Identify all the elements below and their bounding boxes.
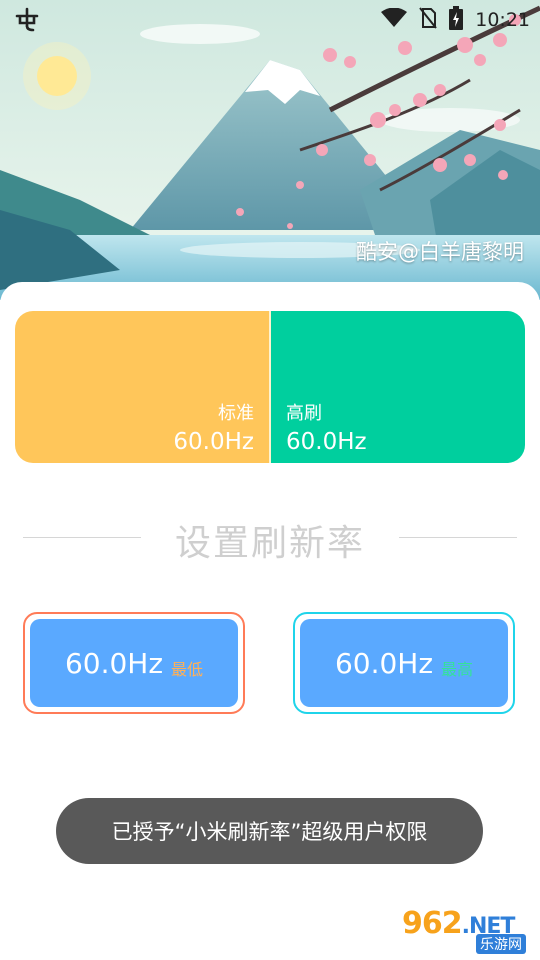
status-bar: 10:21 <box>0 0 540 38</box>
section-title: 设置刷新率 <box>174 523 365 564</box>
high-rate-label: 高刷 <box>286 403 322 424</box>
card-divider <box>269 311 271 463</box>
coolapk-logo-icon <box>14 6 40 36</box>
battery-charging-icon <box>449 6 464 34</box>
min-rate-tag: 最低 <box>171 660 204 679</box>
set-max-rate-button[interactable]: 60.0Hz 最高 <box>293 612 515 714</box>
min-rate-value: 60.0Hz <box>64 646 164 680</box>
max-rate-tag: 最高 <box>441 660 474 679</box>
toast-message: 已授予“小米刷新率”超级用户权限 <box>56 798 483 864</box>
wifi-icon <box>381 7 408 32</box>
max-rate-value: 60.0Hz <box>334 646 434 680</box>
high-rate-panel: 高刷 60.0Hz <box>270 311 525 463</box>
section-divider-right <box>399 537 517 538</box>
refresh-rate-card: 标准 60.0Hz 高刷 60.0Hz <box>15 311 525 463</box>
image-credit: 酷安@白羊唐黎明 <box>356 240 524 264</box>
high-rate-value: 60.0Hz <box>286 429 367 455</box>
set-min-rate-button[interactable]: 60.0Hz 最低 <box>23 612 245 714</box>
standard-rate-panel: 标准 60.0Hz <box>15 311 270 463</box>
standard-rate-value: 60.0Hz <box>173 429 254 455</box>
watermark-site-name: 乐游网 <box>476 934 526 954</box>
status-time: 10:21 <box>475 9 530 31</box>
standard-rate-label: 标准 <box>218 403 254 424</box>
site-watermark: 962.NET 乐游网 <box>400 906 532 956</box>
section-header: 设置刷新率 <box>0 512 540 564</box>
no-sim-icon <box>419 7 438 33</box>
